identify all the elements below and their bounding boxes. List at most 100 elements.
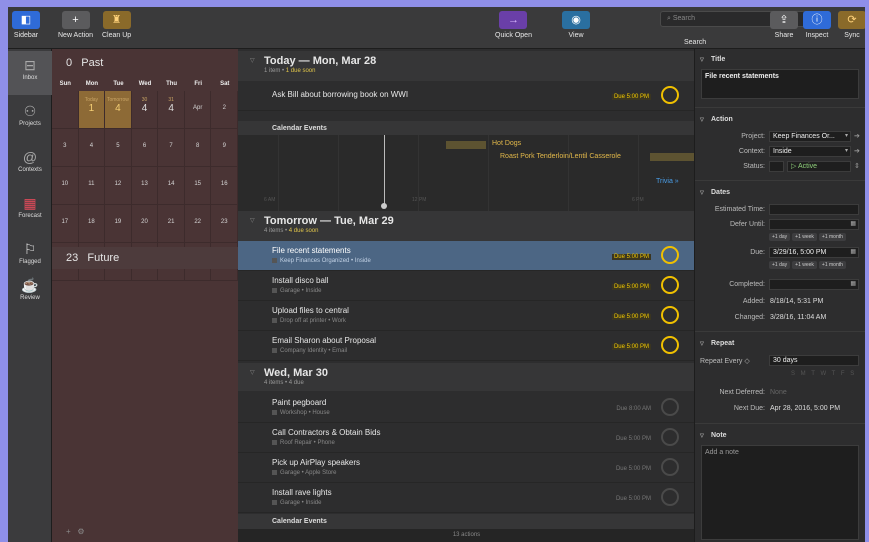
repeat-interval-field[interactable]: 30 days — [769, 355, 859, 366]
calendar-day[interactable]: 10 — [52, 167, 79, 205]
go-arrow-icon[interactable]: ➔ — [854, 132, 860, 140]
inspect-button[interactable]: ⓘ Inspect — [803, 11, 831, 39]
event-label[interactable]: Roast Pork Tenderloin/Lentil Casserole — [500, 153, 621, 160]
calendar-day[interactable]: 20 — [131, 205, 159, 243]
calendar-day[interactable]: 3 — [52, 129, 79, 167]
completion-circle[interactable] — [661, 428, 679, 446]
section-wednesday[interactable]: ▽ Wed, Mar 30 4 items • 4 due — [238, 363, 694, 391]
calendar-day[interactable]: Tomorrow 4 — [105, 91, 132, 129]
task-row[interactable]: Pick up AirPlay speakers Garage • Apple … — [238, 453, 694, 483]
calendar-day[interactable]: Today 1 — [78, 91, 106, 129]
action-section-header[interactable]: Action — [695, 113, 865, 127]
due-plus-week-button[interactable]: +1 week — [792, 261, 817, 269]
repeat-section-header[interactable]: Repeat — [695, 337, 865, 351]
completion-circle[interactable] — [661, 488, 679, 506]
calendar-icon[interactable]: ▦ — [850, 280, 856, 289]
due-plus-day-button[interactable]: +1 day — [769, 261, 791, 269]
calendar-day[interactable]: 9 — [211, 129, 239, 167]
completed-field[interactable]: ▦ — [769, 279, 859, 290]
flag-toggle[interactable] — [769, 161, 784, 172]
calendar-day[interactable]: 31 4 — [158, 91, 185, 129]
due-field[interactable]: 3/29/16, 5:00 PM ▦ — [769, 247, 859, 258]
quick-open-button[interactable]: → Quick Open — [495, 11, 532, 39]
completion-circle[interactable] — [661, 458, 679, 476]
sidebar-item-projects[interactable]: ⚇ Projects — [8, 97, 52, 141]
calendar-icon[interactable]: ▦ — [850, 220, 856, 229]
calendar-day[interactable]: 13 — [131, 167, 159, 205]
completion-circle[interactable] — [661, 246, 679, 264]
task-row[interactable]: File recent statements Keep Finances Org… — [238, 241, 694, 271]
calendar-day[interactable]: 21 — [158, 205, 185, 243]
task-row[interactable]: Install rave lights Garage • Inside Due … — [238, 483, 694, 513]
task-row[interactable]: Call Contractors & Obtain Bids Roof Repa… — [238, 423, 694, 453]
sidebar-item-inbox[interactable]: ⊟ Inbox — [8, 51, 52, 95]
calendar-day[interactable]: 5 — [105, 129, 132, 167]
status-active-button[interactable]: ▷ Active — [787, 161, 851, 172]
calendar-events-header[interactable]: Calendar Events — [238, 514, 694, 529]
calendar-day[interactable]: 7 — [158, 129, 185, 167]
disclosure-triangle-icon[interactable]: ▽ — [250, 217, 255, 224]
completion-circle[interactable] — [661, 306, 679, 324]
share-button[interactable]: ⇪ Share — [770, 11, 798, 39]
calendar-day[interactable]: 30 4 — [131, 91, 159, 129]
calendar-day[interactable]: 2 — [211, 91, 239, 129]
section-today[interactable]: ▽ Today — Mon, Mar 28 1 item • 1 due soo… — [238, 51, 694, 81]
sync-button[interactable]: ⟳ Sync — [838, 11, 865, 39]
calendar-icon[interactable]: ▦ — [850, 248, 856, 257]
calendar-day[interactable]: 18 — [78, 205, 106, 243]
calendar-day[interactable]: 23 — [211, 205, 239, 243]
future-row[interactable]: 23 Future — [52, 247, 238, 269]
stepper-icon[interactable]: ⇕ — [854, 162, 860, 170]
calendar-day[interactable] — [52, 91, 79, 129]
trivia-event[interactable]: Trivia » — [656, 178, 679, 185]
add-icon[interactable]: + — [66, 527, 71, 536]
defer-plus-week-button[interactable]: +1 week — [792, 233, 817, 241]
title-section-header[interactable]: Title — [695, 53, 865, 67]
calendar-day[interactable]: 16 — [211, 167, 239, 205]
calendar-day[interactable]: 14 — [158, 167, 185, 205]
completion-circle[interactable] — [661, 398, 679, 416]
calendar-day[interactable]: 12 — [105, 167, 132, 205]
sidebar-item-forecast[interactable]: ▦ Forecast — [8, 189, 52, 233]
sidebar-button[interactable]: ◧ Sidebar — [12, 11, 40, 39]
title-field[interactable]: File recent statements — [701, 69, 859, 99]
past-row[interactable]: 0 Past — [52, 53, 238, 73]
context-select[interactable]: Inside ▾ — [769, 146, 851, 157]
completion-circle[interactable] — [661, 336, 679, 354]
estimated-time-field[interactable] — [769, 204, 859, 215]
defer-until-field[interactable]: ▦ — [769, 219, 859, 230]
go-arrow-icon[interactable]: ➔ — [854, 147, 860, 155]
project-select[interactable]: Keep Finances Or... ▾ — [769, 131, 851, 142]
calendar-day[interactable]: 22 — [184, 205, 212, 243]
dates-section-header[interactable]: Dates — [695, 186, 865, 200]
calendar-day[interactable]: 4 — [78, 129, 106, 167]
disclosure-triangle-icon[interactable]: ▽ — [250, 57, 255, 64]
calendar-day[interactable]: 19 — [105, 205, 132, 243]
note-field[interactable]: Add a note — [701, 445, 859, 540]
sidebar-item-review[interactable]: ☕ Review — [8, 271, 52, 315]
gear-icon[interactable]: ⚙ — [77, 527, 84, 536]
event-label[interactable]: Hot Dogs — [492, 140, 521, 147]
note-section-header[interactable]: Note — [695, 429, 865, 443]
completion-circle[interactable] — [661, 276, 679, 294]
view-button[interactable]: ◉ View — [562, 11, 590, 39]
calendar-events-header[interactable]: Calendar Events — [238, 121, 694, 136]
new-action-button[interactable]: + New Action — [58, 11, 93, 39]
task-row[interactable]: Install disco ball Garage • Inside Due 5… — [238, 271, 694, 301]
completion-circle[interactable] — [661, 86, 679, 104]
calendar-day[interactable]: Apr — [184, 91, 212, 129]
calendar-day[interactable]: 6 — [131, 129, 159, 167]
disclosure-triangle-icon[interactable]: ▽ — [250, 369, 255, 376]
clean-up-button[interactable]: ♜ Clean Up — [102, 11, 131, 39]
task-row[interactable]: Paint pegboard Workshop • House Due 8:00… — [238, 393, 694, 423]
due-plus-month-button[interactable]: +1 month — [818, 261, 846, 269]
task-row[interactable]: Ask Bill about borrowing book on WWI Due… — [238, 81, 694, 111]
task-row[interactable]: Upload files to central Drop off at prin… — [238, 301, 694, 331]
weekday-picker[interactable]: S M T W T F S — [791, 371, 856, 377]
calendar-day[interactable]: 15 — [184, 167, 212, 205]
sidebar-item-contexts[interactable]: @ Contexts — [8, 143, 52, 187]
calendar-day[interactable]: 17 — [52, 205, 79, 243]
defer-plus-month-button[interactable]: +1 month — [818, 233, 846, 241]
defer-plus-day-button[interactable]: +1 day — [769, 233, 791, 241]
task-row[interactable]: Email Sharon about Proposal Company Iden… — [238, 331, 694, 361]
